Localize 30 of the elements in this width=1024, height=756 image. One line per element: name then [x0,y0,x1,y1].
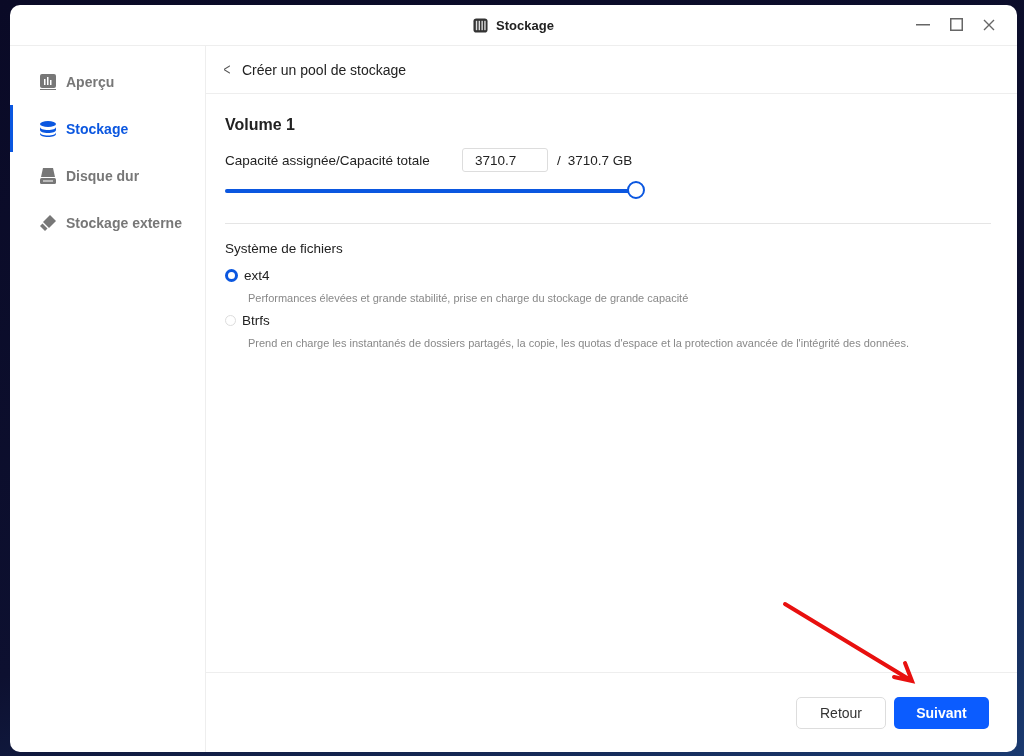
option-description: Performances élevées et grande stabilité, prise en charge du stockage de grande capacité [248,292,690,304]
total-capacity: 3710.7 GB [567,152,633,168]
back-button[interactable]: < [223,59,231,80]
sidebar-item[interactable]: Stockage [10,105,205,152]
page-title: Créer un pool de stockage [241,61,407,78]
close-icon[interactable] [983,18,995,31]
capacity-field[interactable]: 3710.7 [462,148,548,172]
separator-text: / [557,152,561,168]
capacity-slider[interactable] [225,182,645,200]
radio-button[interactable] [225,269,238,282]
option-label: Btrfs [242,313,270,328]
usb-drive-icon [40,214,56,231]
option-label: ext4 [244,268,270,283]
chart-icon [40,73,56,90]
capacity-label: Capacité assignée/Capacité totale [225,152,431,168]
sidebar-item[interactable]: Disque dur [10,152,205,199]
slider-thumb[interactable] [627,181,645,199]
back-step-button[interactable]: Retour [796,696,886,729]
sidebar-item[interactable]: Stockage externe [10,199,205,246]
volume-title: Volume 1 [225,116,296,134]
app-icon [473,17,489,33]
drive-icon [40,167,56,184]
minimize-icon[interactable] [916,23,930,26]
option-description: Prend en charge les instantanés de dossiers partagés, la copie, les quotas d'espace et la protection avancée de l'intégrité des données. [248,337,910,349]
window-title: Stockage [496,17,554,33]
next-button[interactable]: Suivant [894,696,989,729]
maximize-icon[interactable] [950,18,963,31]
sidebar-item[interactable]: Aperçu [10,58,205,105]
section-label: Système de fichiers [225,241,344,256]
database-icon [40,120,56,137]
